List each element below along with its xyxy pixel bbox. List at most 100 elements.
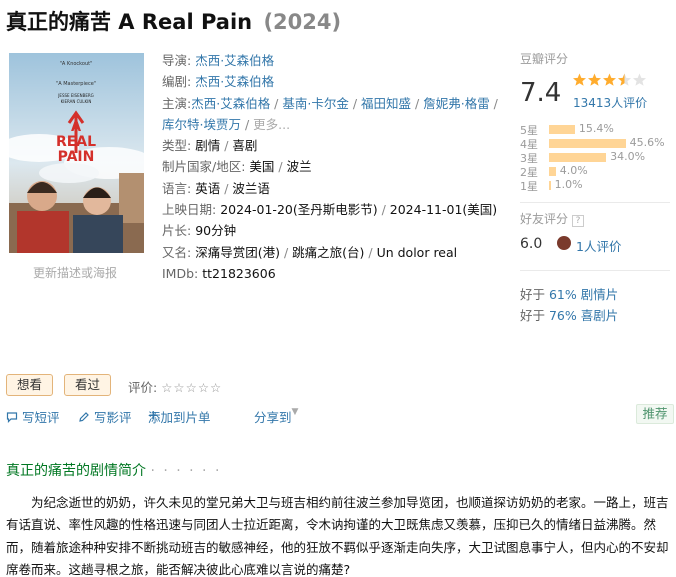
movie-title-text: 真正的痛苦 A Real Pain <box>6 10 253 34</box>
watched-button[interactable]: 看过 <box>64 374 111 396</box>
aka-value: Un dolor real <box>376 244 458 260</box>
rating-bar-pct: 34.0% <box>610 150 646 163</box>
writer-link[interactable]: 杰西·艾森伯格 <box>195 74 274 89</box>
genre-value: 剧情 <box>195 138 221 154</box>
better-than-link[interactable]: 61% 剧情片 <box>549 287 618 302</box>
want-to-watch-button[interactable]: 想看 <box>6 374 53 396</box>
recommend-button[interactable]: 推荐 <box>636 404 674 424</box>
country-label: 制片国家/地区: <box>162 159 246 175</box>
rating-bar <box>549 153 607 162</box>
my-rating-stars[interactable]: ☆☆☆☆☆ <box>161 380 222 395</box>
director-label: 导演: <box>162 53 192 68</box>
genre-label: 类型: <box>162 138 192 154</box>
empty-star-icon <box>633 73 646 86</box>
rating-bar-pct: 45.6% <box>629 136 665 149</box>
rating-header: 豆瓣评分 <box>520 52 569 66</box>
cast-link[interactable]: 詹妮弗·格雷 <box>423 96 489 111</box>
cast-link[interactable]: 库尔特·埃贾万 <box>162 117 241 132</box>
summary-heading: 真正的痛苦的剧情简介 · · · · · · <box>6 463 222 479</box>
rating-bar-row: 3星 34.0% <box>520 150 670 165</box>
country-value: 波兰 <box>286 159 312 175</box>
runtime-value: 90分钟 <box>195 223 237 239</box>
release-value: 2024-11-01(美国) <box>389 202 498 218</box>
cast-link[interactable]: 杰西·艾森伯格 <box>191 96 270 111</box>
cast-row: 主演:杰西·艾森伯格 / 基南·卡尔金 / 福田知盛 / 詹妮弗·格雷 / 库尔… <box>162 95 498 132</box>
rating-bar-row: 1星 1.0% <box>520 178 670 193</box>
friend-count-link[interactable]: 1人评价 <box>576 236 621 255</box>
poster-actor-1: JESSE EISENBERG <box>57 93 94 98</box>
rating-bar-row: 2星 4.0% <box>520 164 670 179</box>
runtime-row: 片长: 90分钟 <box>162 220 498 241</box>
rating-bar-pct: 1.0% <box>554 178 583 191</box>
runtime-label: 片长: <box>162 223 192 239</box>
summary-text: 为纪念逝世的奶奶，许久未见的堂兄弟大卫与班吉相约前往波兰参加导览团，也顺道探访奶… <box>6 495 669 577</box>
cast-label: 主演: <box>162 95 192 111</box>
release-row: 上映日期: 2024-01-20(圣丹斯电影节) / 2024-11-01(美国… <box>162 202 498 218</box>
better-than-row: 好于 76% 喜剧片 <box>520 308 619 323</box>
rating-bar-row: 5星 15.4% <box>520 122 670 137</box>
poster-title-2: REAL <box>56 134 96 150</box>
better-than: 好于 61% 剧情片 好于 76% 喜剧片 <box>520 284 618 326</box>
friend-rating-header: 好友评分? <box>520 210 670 227</box>
share-dropdown[interactable]: 分享到 ▼ <box>254 407 298 426</box>
better-than-link[interactable]: 76% 喜剧片 <box>549 308 618 323</box>
rating-divider <box>520 202 670 203</box>
rating-bar <box>549 167 556 176</box>
country-value: 美国 <box>249 159 275 175</box>
movie-year: (2024) <box>263 10 342 34</box>
rating-bar <box>549 125 575 134</box>
write-review[interactable]: 写影评 <box>78 407 132 426</box>
rating-bar-row: 4星 45.6% <box>520 136 670 151</box>
language-row: 语言: 英语 / 波兰语 <box>162 180 270 196</box>
release-label: 上映日期: <box>162 202 217 218</box>
director-link[interactable]: 杰西·艾森伯格 <box>195 53 274 68</box>
rating-bar <box>549 181 551 190</box>
write-short-review[interactable]: 写短评 <box>6 407 60 426</box>
director-row: 导演: 杰西·艾森伯格 <box>162 50 498 71</box>
star-icon <box>588 73 601 86</box>
douban-rating: 豆瓣评分 7.4 13413人评价 <box>520 50 670 110</box>
rating-bar-pct: 4.0% <box>559 164 588 177</box>
half-star-icon <box>618 73 631 86</box>
cast-link[interactable]: 福田知盛 <box>361 96 411 111</box>
rating-bar <box>549 139 626 148</box>
movie-info: 导演: 杰西·艾森伯格 编剧: 杰西·艾森伯格 主演:杰西·艾森伯格 / 基南·… <box>162 50 498 284</box>
poster-title-1: A <box>71 120 81 135</box>
imdb-label: IMDb: <box>162 265 199 281</box>
genre-row: 类型: 剧情 / 喜剧 <box>162 138 258 154</box>
poster-actor-2: KIERAN CULKIN <box>61 99 92 104</box>
better-than-row: 好于 61% 剧情片 <box>520 287 619 302</box>
avatar[interactable] <box>557 236 571 250</box>
movie-poster[interactable]: "A Knockout" "A Masterpiece" JESSE EISEN… <box>9 53 144 253</box>
comment-icon <box>6 412 18 423</box>
poster-image: "A Knockout" "A Masterpiece" JESSE EISEN… <box>9 53 144 253</box>
poster-quote-2: "A Masterpiece" <box>56 81 96 87</box>
aka-label: 又名: <box>162 244 192 260</box>
language-value: 英语 <box>195 180 221 196</box>
rating-count-link[interactable]: 13413人评价 <box>573 94 647 111</box>
my-rating: 评价: ☆☆☆☆☆ <box>128 377 222 396</box>
writer-label: 编剧: <box>162 74 192 90</box>
star-icon <box>603 73 616 86</box>
help-icon[interactable]: ? <box>572 215 585 227</box>
imdb-value: tt21823606 <box>202 265 276 281</box>
cast-more-link[interactable]: 更多... <box>253 117 290 132</box>
rating-stars <box>573 73 646 86</box>
imdb-row: IMDb: tt21823606 <box>162 263 498 284</box>
update-poster-link[interactable]: 更新描述或海报 <box>33 264 117 281</box>
summary-dots: · · · · · · <box>150 463 222 479</box>
aka-value: 深痛导赏团(港) <box>195 244 280 260</box>
star-icon <box>573 73 586 86</box>
language-value: 波兰语 <box>232 180 270 196</box>
friend-score: 6.0 <box>520 236 543 252</box>
rating-bar-label: 1星 <box>520 180 538 193</box>
add-to-list[interactable]: + 添加到片单 <box>148 407 211 426</box>
friend-divider <box>520 270 670 271</box>
plus-icon: + <box>148 407 159 422</box>
aka-row: 又名: 深痛导赏团(港) / 跳痛之旅(台) / Un dolor real <box>162 244 458 260</box>
chevron-down-icon: ▼ <box>291 407 299 417</box>
country-row: 制片国家/地区: 美国 / 波兰 <box>162 159 312 175</box>
release-value: 2024-01-20(圣丹斯电影节) <box>220 202 378 218</box>
cast-link[interactable]: 基南·卡尔金 <box>282 96 348 111</box>
my-rating-label: 评价: <box>128 380 158 395</box>
